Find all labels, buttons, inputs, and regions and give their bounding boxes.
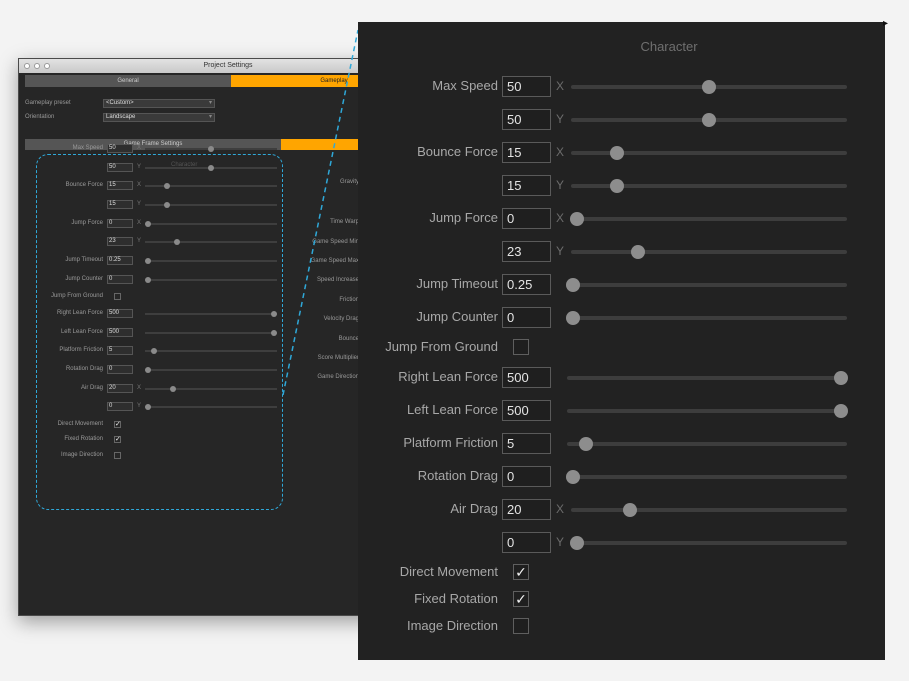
minimize-dot-icon[interactable]	[34, 63, 40, 69]
left-lean-force-slider[interactable]	[567, 404, 848, 418]
bounce-force-y-slider-handle[interactable]	[609, 179, 624, 193]
platform-friction-input[interactable]: 5	[502, 433, 551, 454]
jump-force-slider-handle[interactable]	[570, 212, 584, 226]
bounce-force-y-slider[interactable]	[571, 179, 847, 193]
platform-friction-slider-handle[interactable]	[579, 437, 594, 451]
jump-counter-label: Jump Counter	[416, 309, 498, 324]
jump-from-ground-checkbox[interactable]	[513, 339, 529, 355]
jump-force-y-slider[interactable]	[571, 245, 847, 259]
jump-timeout-input[interactable]: 0.25	[502, 274, 551, 295]
mini-right-label-game-direction: Game Direction	[317, 374, 359, 380]
tab-general[interactable]: General	[25, 75, 231, 87]
right-lean-force-slider[interactable]	[567, 371, 848, 385]
jump-force-y-axis-label: Y	[556, 244, 565, 258]
mini-right-label-friction: Friction	[339, 297, 359, 303]
bounce-force-y-input[interactable]: 15	[502, 175, 551, 196]
left-lean-force-label: Left Lean Force	[406, 402, 498, 417]
jump-force-slider[interactable]	[570, 212, 847, 226]
jump-force-input[interactable]: 0	[502, 208, 551, 229]
mini-slider[interactable]	[145, 146, 277, 152]
character-settings-panel: ▸ Character Max Speed 50 X 50 Y Bounce Force 1…	[358, 19, 888, 660]
air-drag-slider[interactable]	[571, 503, 847, 517]
max-speed-slider[interactable]	[571, 80, 847, 94]
mini-window-title: Project Settings	[203, 62, 253, 69]
checkmark-icon: ✓	[515, 564, 527, 580]
max-speed-y-axis-label: Y	[556, 112, 565, 126]
bounce-force-input[interactable]: 15	[502, 142, 551, 163]
right-lean-force-slider-handle[interactable]	[834, 371, 848, 385]
corner-mark: ▸	[883, 18, 889, 29]
gameplay-preset-label: Gameplay preset	[25, 100, 71, 106]
bounce-force-y-axis-label: Y	[556, 178, 565, 192]
air-drag-slider-handle[interactable]	[622, 503, 637, 517]
orientation-label: Orientation	[25, 114, 55, 120]
bounce-force-label: Bounce Force	[417, 144, 498, 159]
fixed-rotation-checkbox[interactable]: ✓	[513, 591, 529, 607]
close-dot-icon[interactable]	[24, 63, 30, 69]
jump-force-y-input[interactable]: 23	[502, 241, 551, 262]
jump-counter-input[interactable]: 0	[502, 307, 551, 328]
rotation-drag-slider[interactable]	[566, 470, 847, 484]
mini-right-label-bounce: Bounce	[338, 336, 359, 342]
bounce-force-axis-label: X	[556, 145, 565, 159]
air-drag-y-slider[interactable]	[570, 536, 847, 550]
jump-from-ground-label: Jump From Ground	[385, 339, 498, 354]
bounce-force-slider-handle[interactable]	[609, 146, 624, 160]
window-controls	[24, 63, 50, 69]
checkmark-icon: ✓	[515, 591, 527, 607]
left-lean-force-input[interactable]: 500	[502, 400, 551, 421]
mini-right-label-game-speed-min: Game Speed Min	[312, 239, 359, 245]
air-drag-y-axis-label: Y	[556, 535, 565, 549]
max-speed-input[interactable]: 50	[502, 76, 551, 97]
direct-movement-checkbox[interactable]: ✓	[513, 564, 529, 580]
mini-right-label-speed-increase: Speed Increase	[316, 277, 359, 283]
air-drag-input[interactable]: 20	[502, 499, 551, 520]
right-lean-force-input[interactable]: 500	[502, 367, 551, 388]
jump-timeout-label: Jump Timeout	[416, 276, 498, 291]
left-lean-force-slider-handle[interactable]	[834, 404, 848, 418]
max-speed-y-input[interactable]: 50	[502, 109, 551, 130]
jump-force-axis-label: X	[556, 211, 565, 225]
mini-value-input[interactable]: 50	[107, 144, 133, 153]
mini-right-label-time-warp: Time Warp	[330, 219, 359, 225]
platform-friction-label: Platform Friction	[403, 435, 498, 450]
image-direction-label: Image Direction	[406, 618, 498, 633]
jump-timeout-slider-handle[interactable]	[566, 278, 580, 292]
jump-counter-slider[interactable]	[566, 311, 847, 325]
mini-right-label-velocity-drag: Velocity Drag	[323, 316, 359, 322]
air-drag-y-input[interactable]: 0	[502, 532, 551, 553]
bounce-force-slider[interactable]	[571, 146, 847, 160]
jump-timeout-slider[interactable]	[566, 278, 847, 292]
jump-counter-slider-handle[interactable]	[566, 311, 580, 325]
direct-movement-label: Direct Movement	[399, 564, 498, 579]
max-speed-y-slider-handle[interactable]	[702, 113, 716, 127]
jump-force-label: Jump Force	[429, 210, 498, 225]
rotation-drag-input[interactable]: 0	[502, 466, 551, 487]
fixed-rotation-label: Fixed Rotation	[414, 591, 498, 606]
section-title: Character	[640, 39, 698, 54]
air-drag-label: Air Drag	[450, 501, 498, 516]
max-speed-axis-label: X	[556, 79, 565, 93]
image-direction-checkbox[interactable]	[513, 618, 529, 634]
right-lean-force-label: Right Lean Force	[398, 369, 498, 384]
gameplay-preset-select[interactable]: <Custom>	[103, 99, 215, 108]
mini-max-speed-label: Max Speed	[72, 145, 103, 151]
rotation-drag-slider-handle[interactable]	[566, 470, 580, 484]
air-drag-axis-label: X	[556, 502, 565, 516]
mini-axis-label: X	[137, 145, 142, 151]
max-speed-label: Max Speed	[432, 78, 498, 93]
jump-force-y-slider-handle[interactable]	[630, 245, 645, 259]
rotation-drag-label: Rotation Drag	[417, 468, 498, 483]
mini-right-label-game-speed-max: Game Speed Max	[310, 258, 359, 264]
platform-friction-slider[interactable]	[567, 437, 847, 451]
zoom-dot-icon[interactable]	[44, 63, 50, 69]
max-speed-y-slider[interactable]	[571, 113, 847, 127]
mini-slider-handle[interactable]	[208, 146, 214, 152]
zoom-highlight-box	[36, 154, 283, 510]
mini-right-label-gravity: Gravity	[339, 179, 359, 185]
air-drag-y-slider-handle[interactable]	[570, 536, 584, 550]
orientation-select[interactable]: Landscape	[103, 113, 215, 122]
max-speed-slider-handle[interactable]	[702, 80, 716, 94]
mini-right-label-score-multiplier: Score Multiplier	[317, 355, 359, 361]
